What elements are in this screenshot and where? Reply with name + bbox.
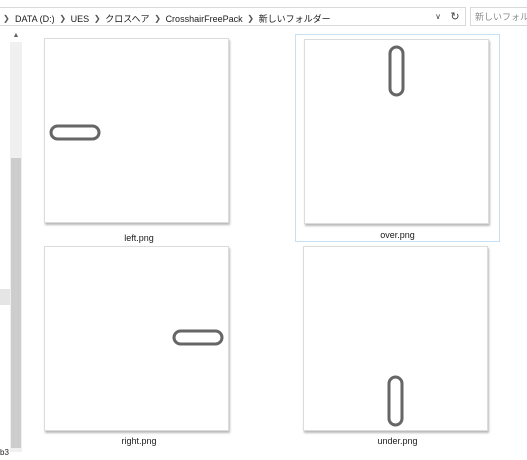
crosshair-over-preview [388,45,405,97]
search-box[interactable] [470,7,527,26]
file-thumbnail [304,39,489,224]
navigation-pane[interactable]: b3 [0,30,10,460]
file-name: over.png [380,230,415,240]
file-tile-left[interactable]: left.png [35,34,243,243]
breadcrumb-item-new-folder[interactable]: 新しいフォルダー [259,12,331,25]
refresh-icon[interactable]: ↻ [449,11,461,23]
file-name: right.png [121,436,157,446]
breadcrumb: ❯ DATA (D:) ❯ UES ❯ クロスヘア ❯ CrosshairFre… [3,12,331,25]
breadcrumb-item-crosshair[interactable]: クロスヘア [105,12,149,25]
breadcrumb-item-drive[interactable]: DATA (D:) [15,14,55,24]
address-bar[interactable]: ❯ DATA (D:) ❯ UES ❯ クロスヘア ❯ CrosshairFre… [0,7,466,26]
crosshair-left-preview [49,124,101,141]
chevron-right-icon[interactable]: ❯ [55,14,71,23]
breadcrumb-item-ues[interactable]: UES [71,14,90,24]
file-thumbnail [44,246,229,431]
crosshair-right-preview [172,329,224,346]
file-tile-under[interactable]: under.png [295,244,500,452]
nav-selected-item[interactable] [0,289,10,305]
crosshair-under-preview [387,375,404,427]
chevron-right-icon[interactable]: ❯ [3,14,15,23]
search-input[interactable] [475,9,527,24]
chevron-right-icon[interactable]: ❯ [243,14,259,23]
nav-item-label: b3 [0,448,9,457]
file-tile-over[interactable]: over.png [295,34,500,242]
file-list: left.png over.png right.png under.png [23,30,527,460]
file-tile-right[interactable]: right.png [35,244,243,452]
file-thumbnail [303,246,488,431]
chevron-right-icon[interactable]: ❯ [150,14,166,23]
triangle-up-icon[interactable]: ▲ [11,31,21,41]
breadcrumb-item-pack[interactable]: CrosshairFreePack [166,14,243,24]
file-name: under.png [377,436,418,446]
chevron-right-icon[interactable]: ❯ [89,14,105,23]
address-bar-row: ❯ DATA (D:) ❯ UES ❯ クロスヘア ❯ CrosshairFre… [0,0,527,30]
scrollbar-thumb[interactable] [11,158,21,448]
chevron-down-icon[interactable]: ∨ [433,12,443,22]
file-thumbnail [44,38,229,223]
file-name: left.png [124,233,154,243]
